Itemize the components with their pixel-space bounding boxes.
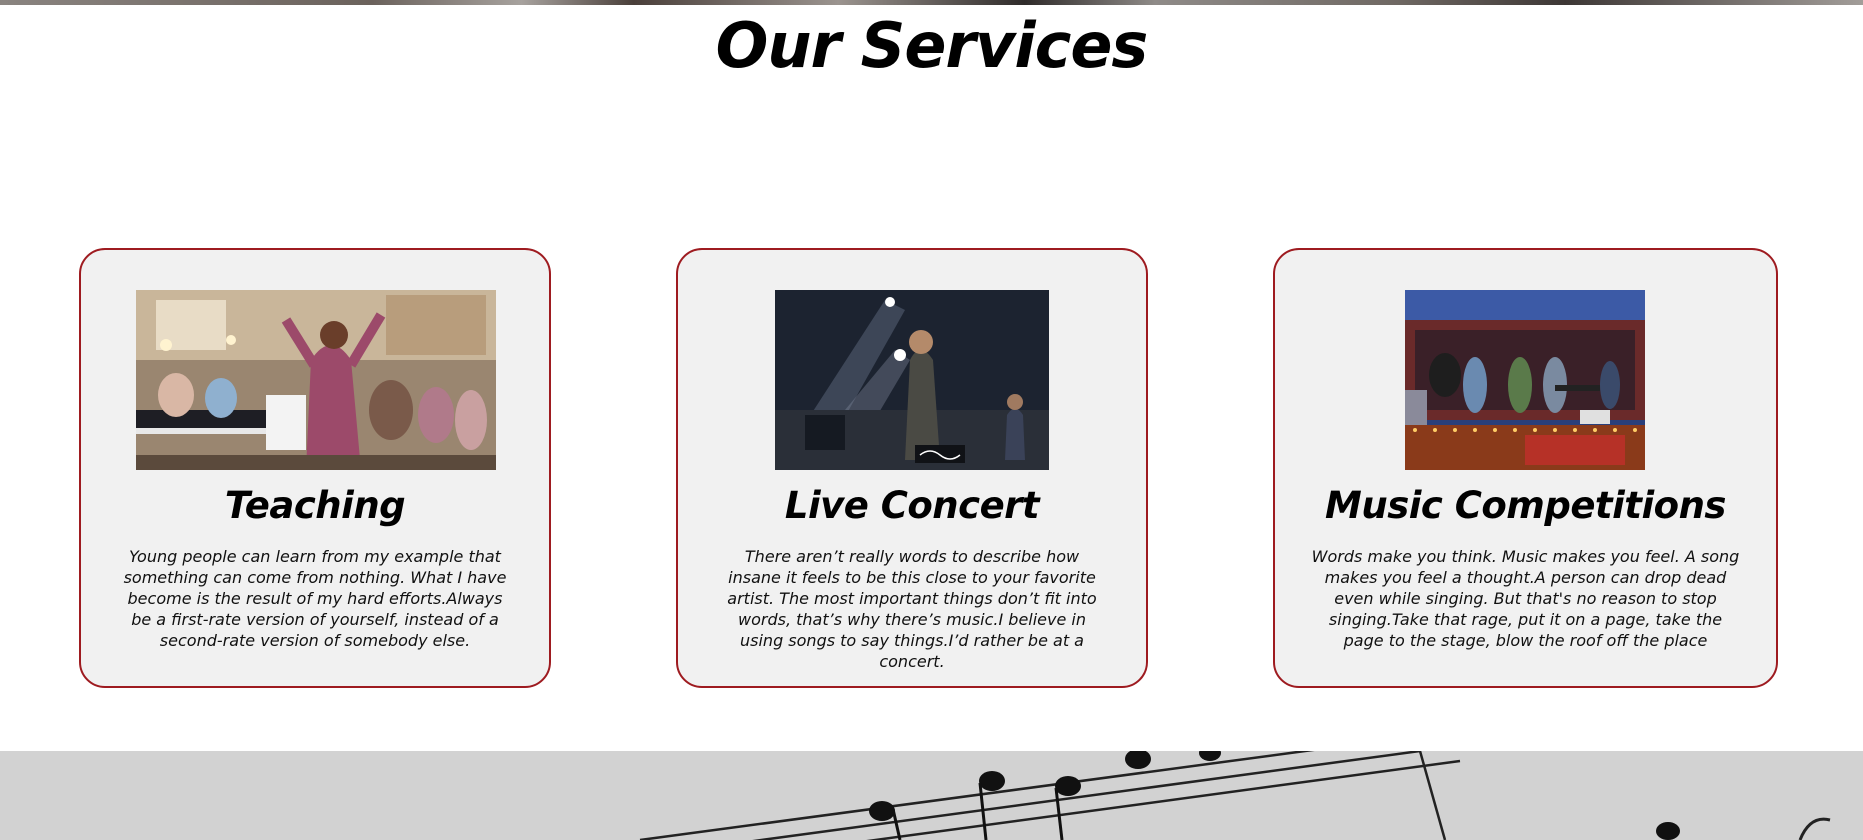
card-title: Live Concert xyxy=(784,484,1040,527)
service-card-music-competitions: Music Competitions Words make you think.… xyxy=(1273,248,1778,688)
header-photo-strip xyxy=(0,0,1863,5)
services-page: Our Services Teaching Young people can l… xyxy=(0,0,1863,840)
service-card-teaching: Teaching Young people can learn from my … xyxy=(79,248,551,688)
card-description: Words make you think. Music makes you fe… xyxy=(1311,547,1740,650)
card-title: Teaching xyxy=(224,484,406,527)
live-concert-photo xyxy=(775,290,1049,470)
service-card-live-concert: Live Concert There aren’t really words t… xyxy=(676,248,1148,688)
card-description: There aren’t really words to describe ho… xyxy=(727,547,1097,671)
teaching-photo xyxy=(136,290,496,470)
card-title: Music Competitions xyxy=(1325,484,1726,527)
footer-sheet-music-photo xyxy=(0,751,1863,840)
music-competitions-photo xyxy=(1405,290,1645,470)
card-description: Young people can learn from my example t… xyxy=(123,547,507,650)
section-title: Our Services xyxy=(715,9,1149,82)
